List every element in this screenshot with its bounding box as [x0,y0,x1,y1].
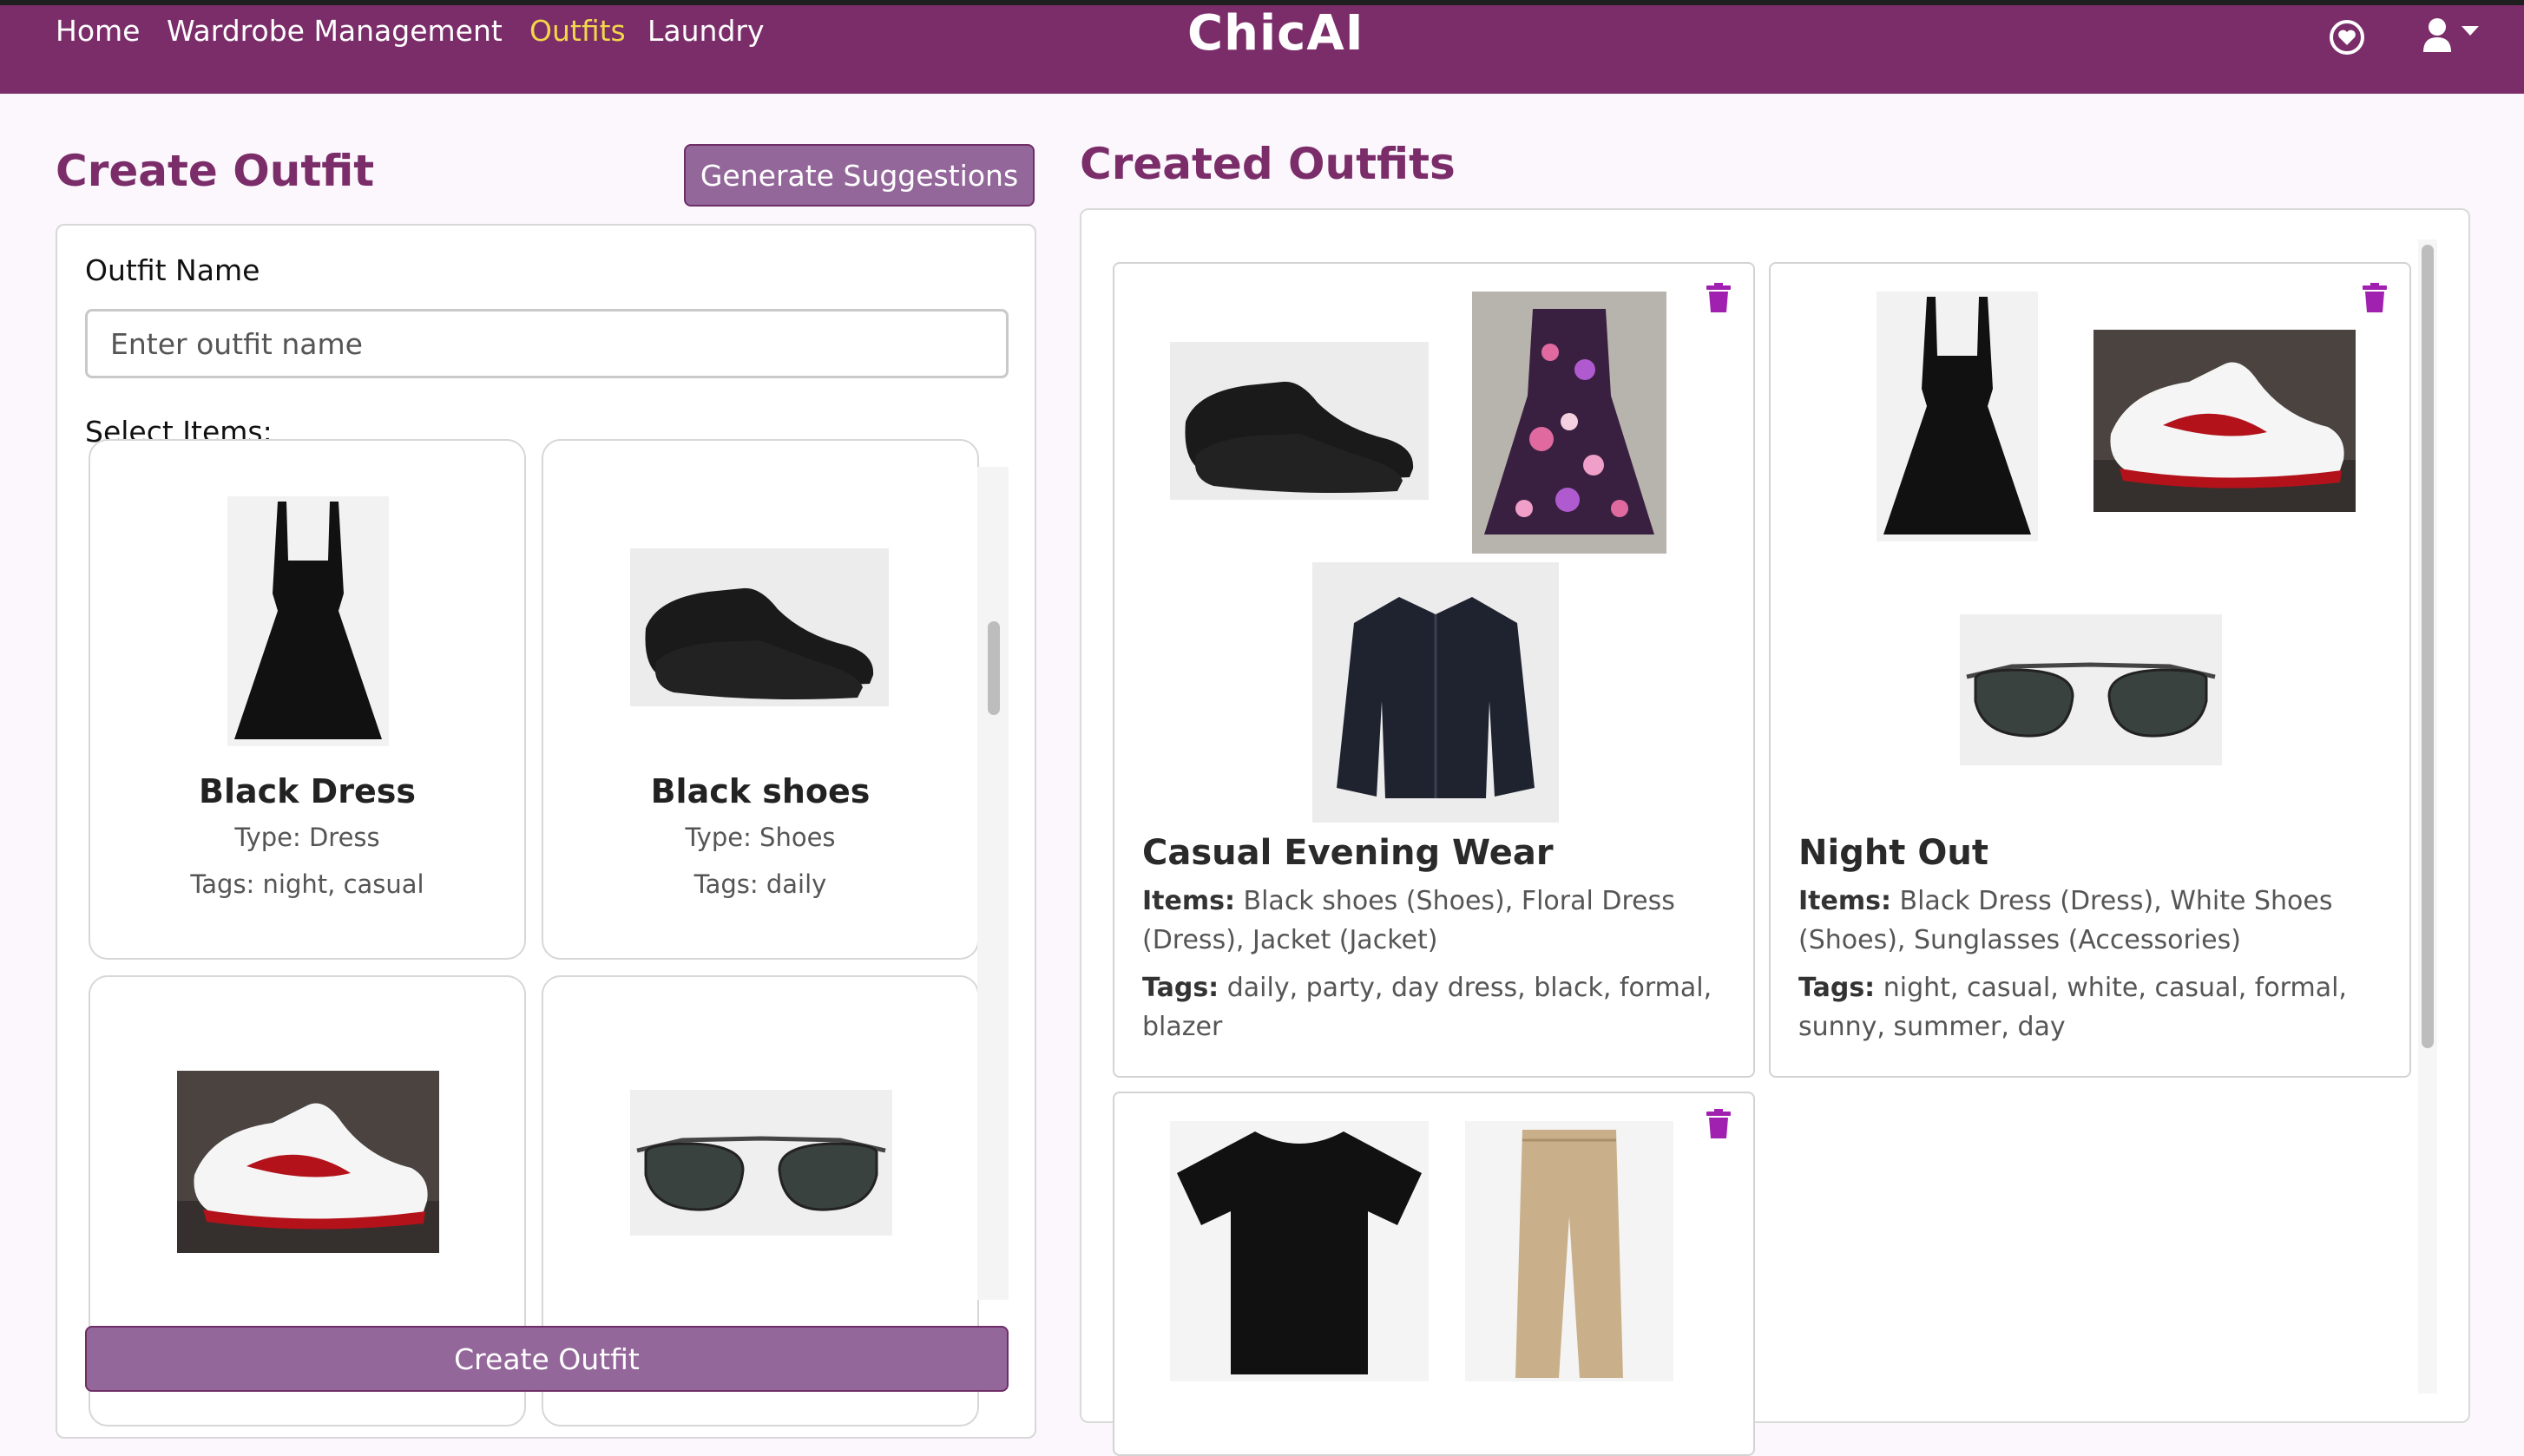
nav-outfits-link[interactable]: Outfits [529,14,626,48]
outfit-name-label: Outfit Name [85,253,260,287]
outfit-card-casual-evening-wear: Casual Evening Wear Items: Black shoes (… [1113,262,1755,1078]
brand-logo[interactable]: ChicAI [1187,5,1364,62]
nav-home-link[interactable]: Home [56,14,140,48]
floral-dress-image [1472,292,1666,554]
sunglasses-image [630,1090,892,1236]
outfit-tags-value: night, casual, white, casual, formal, su… [1798,973,2347,1042]
heart-icon[interactable] [2328,18,2366,56]
outfit-tags: Tags: night, casual, white, casual, form… [1798,968,2389,1046]
items-label: Items: [1142,886,1235,916]
item-card-black-shoes[interactable]: Black shoes Type: Shoes Tags: daily [542,439,979,960]
black-dress-image [1877,292,2038,541]
items-scrollbar-track[interactable] [977,467,1009,1300]
trash-icon[interactable] [2363,283,2387,312]
tags-label: Tags: [1142,973,1219,1003]
trash-icon[interactable] [1706,1109,1731,1138]
item-type: Type: Shoes [685,823,836,852]
white-shoes-image [177,1071,439,1253]
navbar: Home Wardrobe Management Outfits Laundry… [0,5,2524,94]
outfit-items: Items: Black shoes (Shoes), Floral Dress… [1142,882,1732,960]
black-shoes-image [630,548,889,706]
outfit-name-input[interactable] [85,309,1009,378]
item-name: Black Dress [199,772,416,810]
caret-down-icon[interactable] [2462,26,2479,36]
nav-laundry-link[interactable]: Laundry [647,14,764,48]
black-shoes-image [1170,342,1429,500]
outfit-name: Night Out [1798,833,1988,873]
outfit-tags: Tags: daily, party, day dress, black, fo… [1142,968,1732,1046]
outfit-card-night-out: Night Out Items: Black Dress (Dress), Wh… [1769,262,2411,1078]
tags-label: Tags: [1798,973,1876,1003]
outfits-scrollbar-thumb[interactable] [2422,245,2434,1048]
items-scrollbar-thumb[interactable] [988,621,1000,715]
user-icon[interactable] [2422,17,2453,54]
jacket-image [1312,562,1559,823]
black-tshirt-image [1170,1121,1429,1381]
create-outfit-button[interactable]: Create Outfit [85,1326,1009,1392]
generate-suggestions-button[interactable]: Generate Suggestions [684,144,1035,207]
item-tags: Tags: night, casual [190,869,424,899]
item-card-black-dress[interactable]: Black Dress Type: Dress Tags: night, cas… [89,439,526,960]
item-type: Type: Dress [234,823,380,852]
trash-icon[interactable] [1706,283,1731,312]
nav-wardrobe-link[interactable]: Wardrobe Management [167,14,503,48]
black-dress-image [227,496,389,746]
outfit-tags-value: daily, party, day dress, black, formal, … [1142,973,1712,1042]
item-tags: Tags: daily [693,869,827,899]
outfit-card-third [1113,1092,1755,1456]
white-shoes-image [2093,330,2356,512]
item-name: Black shoes [650,772,871,810]
created-outfits-title: Created Outfits [1080,139,1456,189]
create-outfit-title: Create Outfit [56,146,375,196]
outfit-items: Items: Black Dress (Dress), White Shoes … [1798,882,2389,960]
items-label: Items: [1798,886,1891,916]
outfit-name: Casual Evening Wear [1142,833,1554,873]
khaki-pants-image [1465,1121,1673,1381]
sunglasses-image [1960,614,2222,765]
